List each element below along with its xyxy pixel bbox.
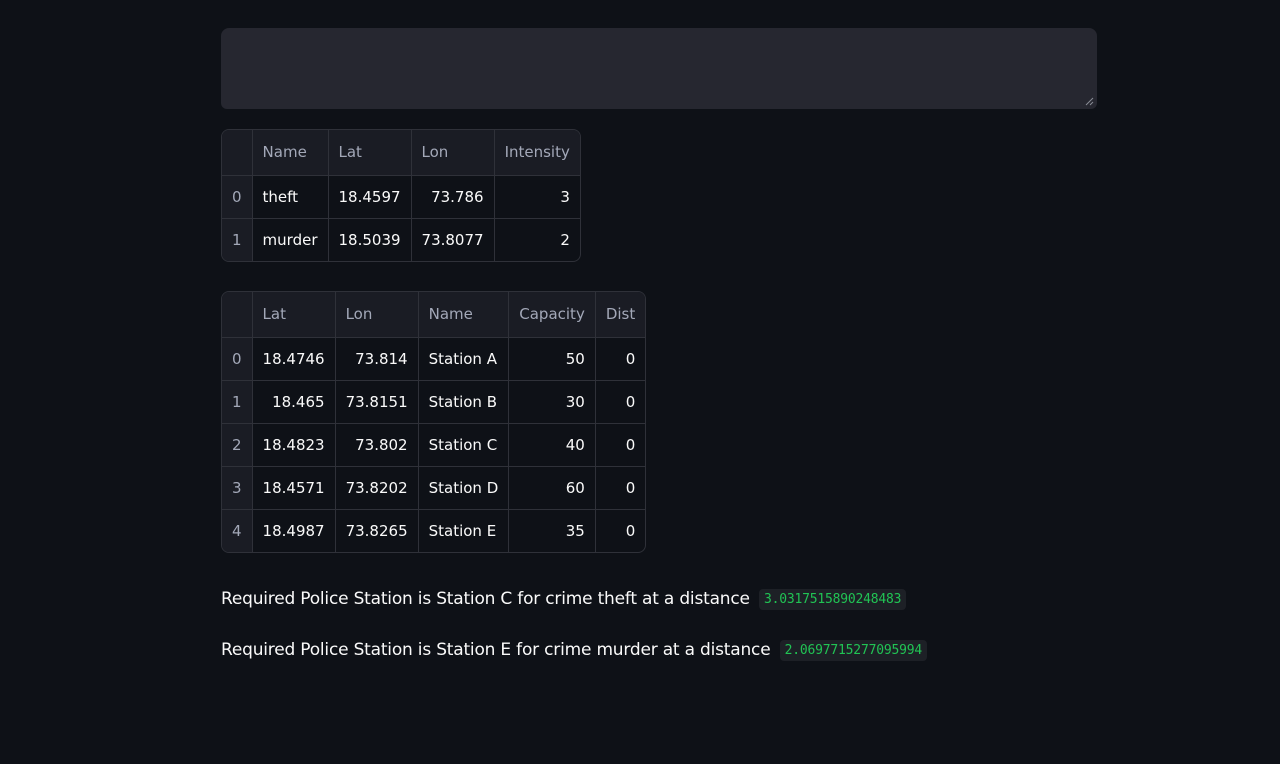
stations-table-row: 4 18.4987 73.8265 Station E 35 0 xyxy=(222,509,645,552)
stations-table: Lat Lon Name Capacity Dist 0 18.4746 73.814 Sta… xyxy=(222,292,646,552)
crimes-dataframe[interactable]: Name Lat Lon Intensity 0 theft 18.4597 73.786 3… xyxy=(221,129,581,262)
stations-table-cell[interactable]: 18.4746 xyxy=(252,337,336,381)
result-line-1: Required Police Station is Station C for… xyxy=(221,589,907,610)
stations-table-row: 0 18.4746 73.814 Station A 50 0 xyxy=(222,337,646,381)
stations-table-cell[interactable]: 73.814 xyxy=(335,337,419,381)
stations-table-row-index: 1 xyxy=(222,380,253,424)
stations-table-header-row: Lat Lon Name Capacity Dist xyxy=(222,292,646,338)
stations-table-cell[interactable]: 73.802 xyxy=(335,423,419,467)
stations-table-row: 3 18.4571 73.8202 Station D 60 0 xyxy=(222,466,646,510)
crimes-table-cell[interactable]: 73.786 xyxy=(411,175,495,219)
crimes-table-cell[interactable]: 73.8077 xyxy=(411,218,495,261)
crimes-table-row-index: 1 xyxy=(222,218,253,261)
stations-table-cell[interactable]: 18.465 xyxy=(252,380,336,424)
crimes-table-header-cell[interactable]: Intensity xyxy=(494,130,580,176)
resize-handle-icon[interactable] xyxy=(1085,97,1094,106)
stations-table-cell[interactable]: 0 xyxy=(595,337,646,381)
crimes-table-row-index: 0 xyxy=(222,175,253,219)
stations-table-row: 1 18.465 73.8151 Station B 30 0 xyxy=(222,380,646,424)
stations-table-row: 2 18.4823 73.802 Station C 40 0 xyxy=(222,423,646,467)
crimes-table-header-cell[interactable]: Lon xyxy=(411,130,495,176)
text-area-container xyxy=(221,28,1097,109)
stations-table-cell[interactable]: Station C xyxy=(418,423,510,467)
stations-table-cell[interactable]: 0 xyxy=(595,509,645,552)
stations-table-header-cell[interactable]: Dist xyxy=(595,292,646,338)
crimes-table-body: 0 theft 18.4597 73.786 3 1 murder 18.5039 73.807… xyxy=(222,175,580,261)
stations-table-cell[interactable]: Station D xyxy=(418,466,510,510)
stations-dataframe[interactable]: Lat Lon Name Capacity Dist 0 18.4746 73.814 Sta… xyxy=(221,291,647,553)
result-distance-2: 2.0697715277095994 xyxy=(779,640,927,661)
stations-table-cell[interactable]: 0 xyxy=(595,466,646,510)
crimes-table-header-cell[interactable]: Name xyxy=(252,130,329,176)
stations-table-cell[interactable]: Station E xyxy=(418,509,510,552)
stations-table-row-index: 4 xyxy=(222,509,253,552)
crimes-table-header-row: Name Lat Lon Intensity xyxy=(222,130,580,176)
stations-table-row-index: 3 xyxy=(222,466,253,510)
crimes-table-cell[interactable]: 3 xyxy=(494,175,580,219)
stations-table-cell[interactable]: 73.8151 xyxy=(335,380,419,424)
crimes-table-cell[interactable]: theft xyxy=(252,175,329,219)
crimes-table-header-cell[interactable] xyxy=(222,130,253,176)
stations-table-header-cell[interactable]: Capacity xyxy=(508,292,596,338)
stations-table-cell[interactable]: 73.8202 xyxy=(335,466,419,510)
result-distance-1: 3.0317515890248483 xyxy=(759,589,907,610)
stations-table-cell[interactable]: 73.8265 xyxy=(335,509,419,552)
stations-table-header-cell[interactable]: Lat xyxy=(252,292,336,338)
result-line-2: Required Police Station is Station E for… xyxy=(221,640,927,661)
crimes-table-cell[interactable]: 18.5039 xyxy=(328,218,412,261)
stations-table-cell[interactable]: 18.4571 xyxy=(252,466,336,510)
stations-table-cell[interactable]: 50 xyxy=(508,337,596,381)
crimes-table: Name Lat Lon Intensity 0 theft 18.4597 73.786 3… xyxy=(222,130,580,261)
stations-table-cell[interactable]: 18.4823 xyxy=(252,423,336,467)
stations-table-cell[interactable]: Station A xyxy=(418,337,510,381)
result-text-2: Required Police Station is Station E for… xyxy=(221,640,771,660)
result-text-1: Required Police Station is Station C for… xyxy=(221,589,750,609)
stations-table-body: 0 18.4746 73.814 Station A 50 0 1 18.465 73.8151… xyxy=(222,337,646,552)
stations-table-cell[interactable]: Station B xyxy=(418,380,510,424)
crimes-table-cell[interactable]: 2 xyxy=(494,218,580,261)
stations-table-cell[interactable]: 0 xyxy=(595,423,646,467)
stations-table-cell[interactable]: 35 xyxy=(508,509,596,552)
stations-table-row-index: 0 xyxy=(222,337,253,381)
stations-table-header-cell[interactable]: Name xyxy=(418,292,510,338)
stations-table-cell[interactable]: 18.4987 xyxy=(252,509,336,552)
crimes-table-cell[interactable]: murder xyxy=(252,218,329,261)
crimes-table-header-cell[interactable]: Lat xyxy=(328,130,412,176)
stations-table-cell[interactable]: 60 xyxy=(508,466,596,510)
stations-table-header-cell[interactable] xyxy=(222,292,253,338)
stations-table-header-cell[interactable]: Lon xyxy=(335,292,419,338)
stations-table-cell[interactable]: 0 xyxy=(595,380,646,424)
stations-table-cell[interactable]: 30 xyxy=(508,380,596,424)
crimes-table-cell[interactable]: 18.4597 xyxy=(328,175,412,219)
crimes-table-row: 1 murder 18.5039 73.8077 2 xyxy=(222,218,580,261)
stations-table-cell[interactable]: 40 xyxy=(508,423,596,467)
crimes-table-row: 0 theft 18.4597 73.786 3 xyxy=(222,175,580,219)
text-area-input[interactable] xyxy=(221,28,1097,109)
stations-table-row-index: 2 xyxy=(222,423,253,467)
